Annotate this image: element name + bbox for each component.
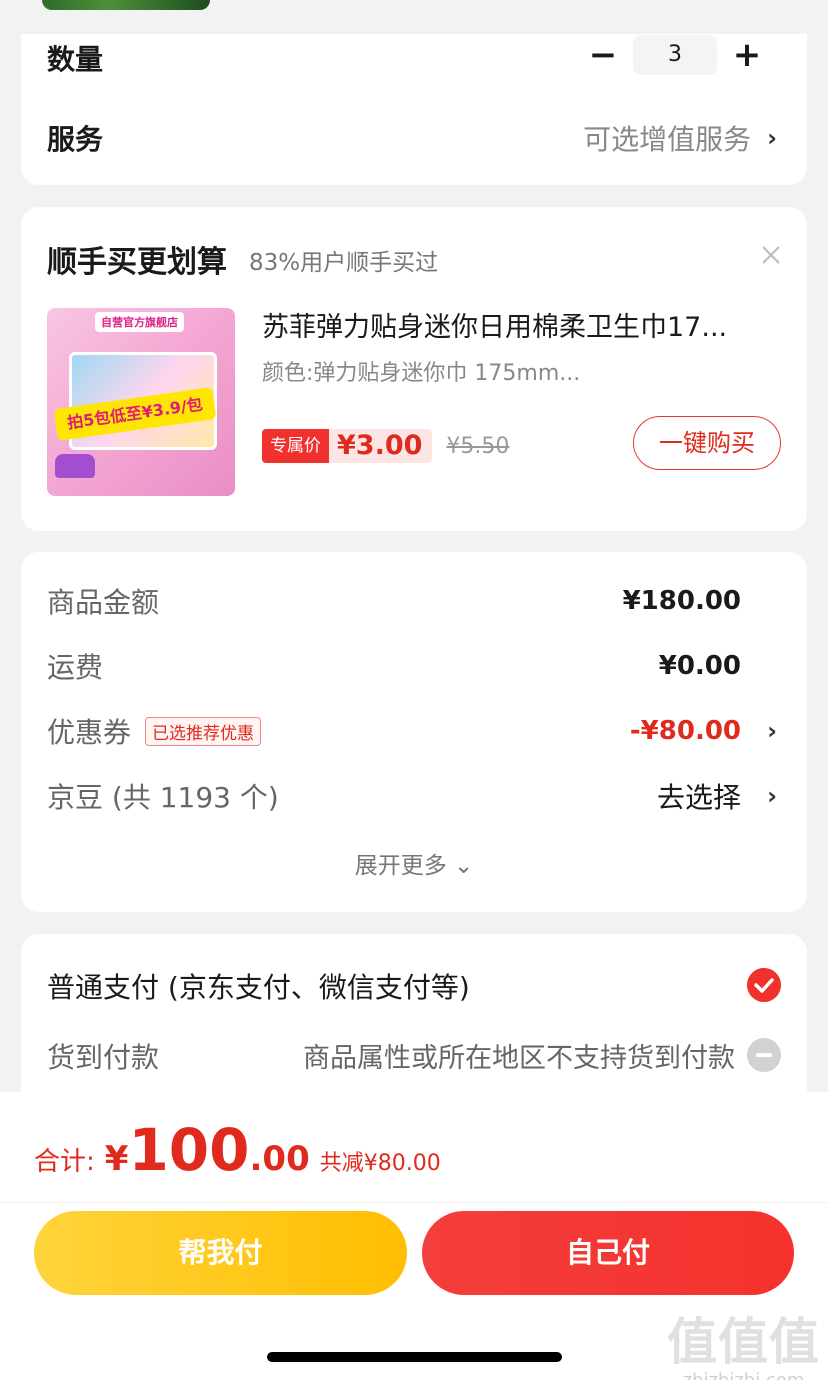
goods-amount-value: ¥180.00: [622, 586, 741, 616]
total-decimal: .00: [249, 1139, 310, 1179]
divider: [0, 1202, 828, 1203]
image-badge: 自营官方旗舰店: [95, 312, 184, 332]
decrement-button[interactable]: −: [577, 35, 629, 75]
pay-myself-button[interactable]: 自己付: [422, 1211, 794, 1295]
normal-payment-option[interactable]: 普通支付 (京东支付、微信支付等): [47, 966, 470, 1006]
shipping-label: 运费: [47, 651, 104, 684]
recommend-card: 顺手买更划算 83%用户顺手买过 自营官方旗舰店 拍5包低至¥3.9/包 苏菲弹…: [21, 207, 807, 531]
disabled-icon: [747, 1038, 781, 1072]
one-click-buy-button[interactable]: 一键购买: [633, 416, 781, 470]
chevron-right-icon: ›: [767, 782, 777, 810]
goods-amount-label: 商品金额: [47, 586, 160, 619]
bottom-checkout-bar: 合计: ¥ 100 .00 共减¥80.00 帮我付 自己付 值值值 zhizh…: [0, 1092, 828, 1380]
checkmark-icon[interactable]: [747, 968, 781, 1002]
original-price: ¥5.50: [446, 433, 510, 459]
shipping-value: ¥0.00: [658, 651, 741, 681]
exclusive-price: 专属价 ¥3.00 ¥5.50: [262, 429, 509, 463]
coupon-recommended-tag: 已选推荐优惠: [145, 716, 262, 746]
product-image[interactable]: 自营官方旗舰店 拍5包低至¥3.9/包: [47, 308, 235, 496]
watermark: 值值值 zhizhizhi.com: [667, 1302, 820, 1380]
watermark-url: zhizhizhi.com: [667, 1370, 820, 1380]
total-integer: 100: [128, 1116, 250, 1184]
order-summary-card: 商品金额 ¥180.00 运费 ¥0.00 优惠券 已选推荐优惠 -¥80.00…: [21, 552, 807, 912]
increment-button[interactable]: +: [721, 35, 773, 75]
help-me-pay-button[interactable]: 帮我付: [34, 1211, 407, 1295]
roller-skate-graphic: [55, 454, 95, 478]
expand-more-button[interactable]: 展开更多 ⌄: [21, 846, 807, 880]
shipping-row: 运费 ¥0.00: [47, 646, 777, 686]
chevron-right-icon: ›: [767, 717, 777, 745]
coupon-label: 优惠券: [47, 716, 132, 749]
total-reduction: 共减¥80.00: [319, 1151, 441, 1176]
service-selector[interactable]: 可选增值服务 ›: [583, 118, 777, 158]
jingdou-label: 京豆 (共 1193 个): [47, 781, 279, 814]
product-attribute: 颜色:弹力贴身迷你巾 175mm...: [262, 361, 581, 386]
coupon-label-group: 优惠券 已选推荐优惠: [47, 711, 262, 751]
total-label: 合计:: [34, 1147, 95, 1177]
coupon-row[interactable]: 优惠券 已选推荐优惠 -¥80.00 ›: [47, 711, 777, 751]
goods-amount-row: 商品金额 ¥180.00: [47, 581, 777, 621]
quantity-input[interactable]: 3: [633, 35, 717, 75]
total-amount: 合计: ¥ 100 .00 共减¥80.00: [34, 1116, 441, 1184]
recommend-subtitle: 83%用户顺手买过: [249, 250, 439, 276]
exclusive-price-label: 专属价: [262, 429, 329, 463]
jingdou-select: 去选择: [656, 781, 741, 814]
quantity-label: 数量: [47, 43, 104, 76]
coupon-value: -¥80.00: [629, 716, 741, 746]
jingdou-row[interactable]: 京豆 (共 1193 个) 去选择 ›: [47, 776, 777, 816]
product-thumbnail-partial: [42, 0, 210, 10]
product-name[interactable]: 苏菲弹力贴身迷你日用棉柔卫生巾17...: [262, 305, 782, 344]
cod-unavailable-note: 商品属性或所在地区不支持货到付款: [303, 1043, 735, 1074]
payment-card: 普通支付 (京东支付、微信支付等) 货到付款 商品属性或所在地区不支持货到付款: [21, 934, 807, 1114]
home-indicator[interactable]: [267, 1352, 562, 1362]
quantity-stepper: − 3 +: [577, 35, 773, 75]
exclusive-price-value: ¥3.00: [329, 429, 433, 463]
service-value: 可选增值服务: [583, 123, 752, 156]
quantity-service-card: 数量 − 3 + 服务 可选增值服务 ›: [21, 34, 807, 185]
top-strip: [0, 0, 828, 34]
total-currency: ¥: [104, 1139, 129, 1179]
chevron-right-icon: ›: [767, 124, 777, 152]
service-label: 服务: [47, 123, 104, 156]
cod-label: 货到付款: [47, 1041, 160, 1074]
close-icon[interactable]: [759, 243, 783, 267]
recommend-title: 顺手买更划算: [47, 245, 227, 280]
watermark-logo: 值值值: [667, 1313, 820, 1371]
